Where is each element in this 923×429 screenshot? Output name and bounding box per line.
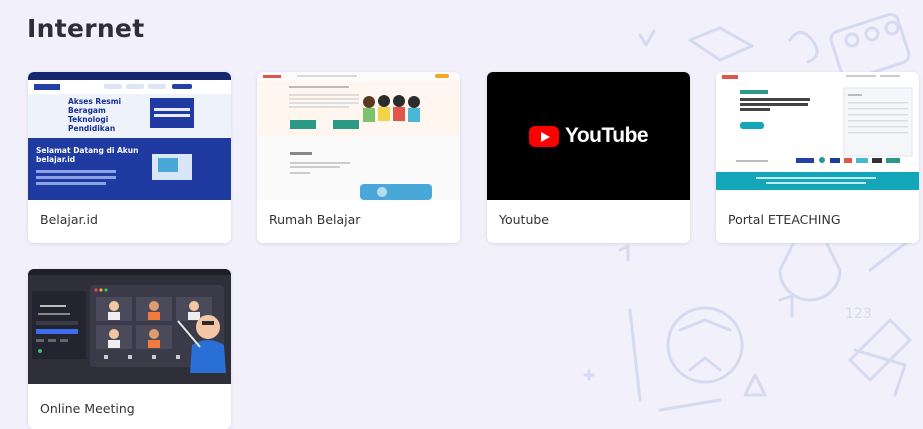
section-title: Internet	[27, 14, 145, 43]
belajar-hero-title: Akses Resmi Beragam Teknologi Pendidikan	[68, 97, 122, 133]
card-label: Youtube	[499, 212, 549, 227]
svg-text:123: 123	[845, 306, 872, 322]
card-belajar-id[interactable]: Akses Resmi Beragam Teknologi Pendidikan…	[28, 72, 231, 243]
card-thumbnail: Akses Resmi Beragam Teknologi Pendidikan…	[28, 72, 231, 200]
card-label: Portal ETEACHING	[728, 212, 841, 227]
card-youtube[interactable]: YouTube Youtube	[487, 72, 690, 243]
belajar-welcome-title: Selamat Datang di Akun belajar.id	[36, 146, 139, 164]
youtube-play-icon	[528, 125, 559, 147]
card-rumah-belajar[interactable]: Rumah Belajar	[257, 72, 460, 243]
card-label: Rumah Belajar	[269, 212, 361, 227]
card-thumbnail: YouTube	[487, 72, 690, 200]
card-thumbnail	[28, 269, 231, 384]
youtube-logo-text: YouTube	[564, 124, 649, 147]
youtube-logo: YouTube	[487, 72, 690, 200]
card-thumbnail	[257, 72, 460, 200]
card-thumbnail	[716, 72, 919, 200]
card-portal-eteaching[interactable]: Portal ETEACHING	[716, 72, 919, 243]
card-label: Online Meeting	[40, 401, 135, 416]
card-online-meeting[interactable]: Online Meeting	[28, 269, 231, 429]
card-label: Belajar.id	[40, 212, 98, 227]
